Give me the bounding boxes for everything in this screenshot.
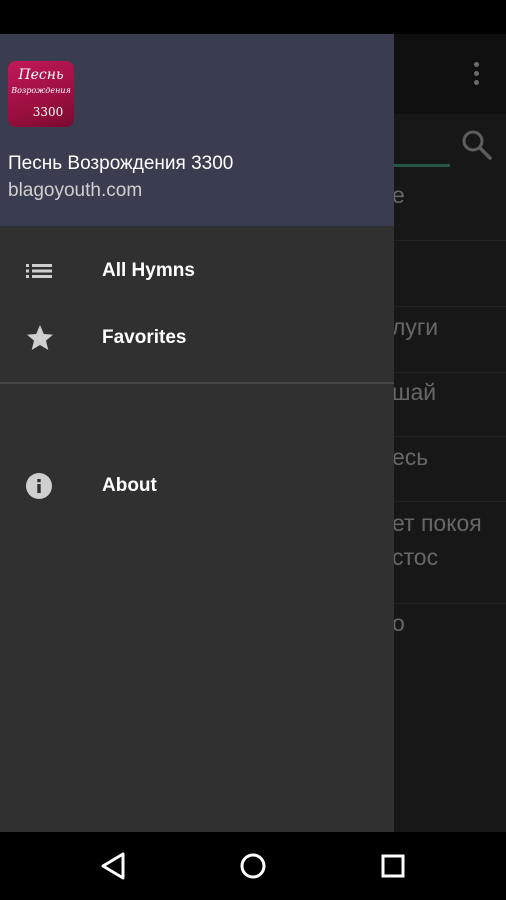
- app-logo: Песнь Возрождения 3300: [8, 61, 74, 127]
- list-icon: [24, 257, 56, 285]
- home-icon[interactable]: [236, 850, 270, 882]
- drawer-item-about[interactable]: About: [0, 458, 394, 514]
- drawer-item-favorites[interactable]: Favorites: [0, 310, 394, 366]
- system-navigation-bar: [0, 832, 506, 900]
- drawer-header: Песнь Возрождения 3300 Песнь Возрождения…: [0, 34, 394, 226]
- info-icon: [24, 472, 56, 500]
- drawer-divider: [0, 382, 394, 384]
- drawer-item-label: All Hymns: [102, 260, 195, 281]
- logo-line-3: 3300: [32, 105, 64, 119]
- star-icon: [24, 324, 56, 352]
- status-bar: [0, 0, 506, 34]
- logo-line-1: Песнь: [18, 67, 64, 83]
- logo-line-2: Возрождения: [11, 86, 71, 95]
- drawer-item-label: Favorites: [102, 327, 187, 348]
- recents-icon[interactable]: [376, 850, 410, 882]
- website-link[interactable]: blagoyouth.com: [8, 179, 142, 203]
- app-name: Песнь Возрождения 3300: [8, 153, 234, 174]
- drawer-item-label: About: [102, 475, 157, 496]
- drawer-item-all-hymns[interactable]: All Hymns: [0, 243, 394, 299]
- back-icon[interactable]: [97, 850, 131, 882]
- navigation-drawer: Песнь Возрождения 3300 Песнь Возрождения…: [0, 34, 394, 832]
